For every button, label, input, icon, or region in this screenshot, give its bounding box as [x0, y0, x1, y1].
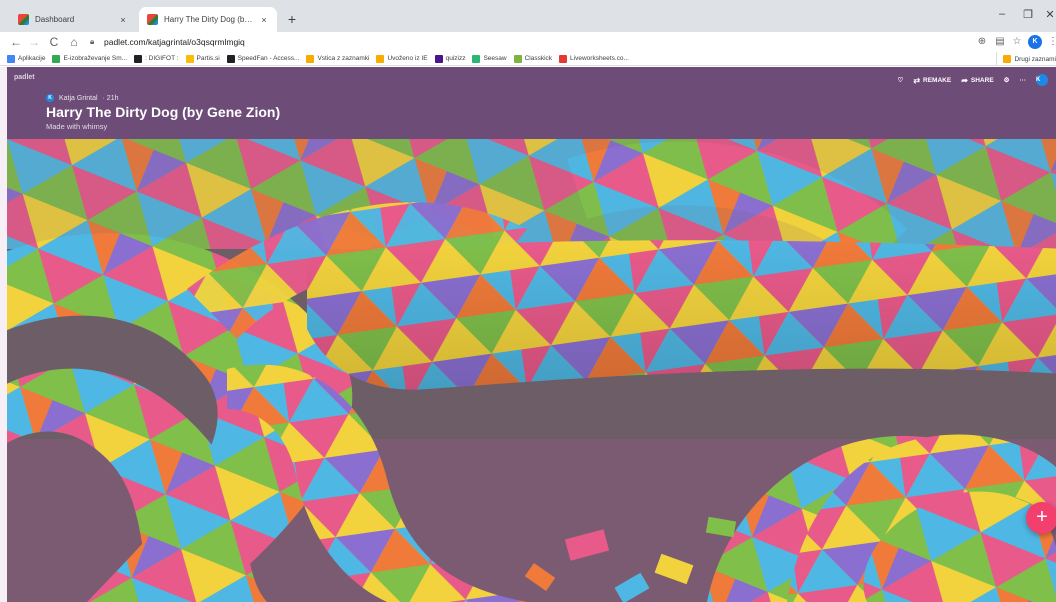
bookmark-label: Liveworksheets.co...	[570, 55, 629, 62]
bookmark-label: : DIGIFOT :	[145, 55, 179, 62]
heart-icon[interactable]: ♡	[898, 76, 904, 84]
other-bookmarks[interactable]: Drugi zaznami	[996, 52, 1056, 65]
address-bar[interactable]: 🔒︎ padlet.com/katjagrintal/o3qsqrmlmgiq	[90, 34, 950, 50]
tab-close-icon[interactable]: ×	[118, 15, 128, 25]
share-label: SHARE	[970, 76, 994, 84]
restore-button[interactable]: ❐	[1018, 8, 1038, 21]
home-button[interactable]: ⌂	[66, 34, 82, 50]
bookmark-icon	[559, 54, 568, 63]
menu-icon[interactable]: ⋮	[1046, 35, 1056, 49]
bookmark-label: Uvoženo iz IE	[387, 55, 428, 62]
tab-close-icon[interactable]: ×	[259, 15, 269, 25]
translate-icon[interactable]: ▤	[993, 35, 1007, 49]
share-icon: ➦	[961, 75, 968, 85]
header-profile-avatar[interactable]: K	[1036, 74, 1048, 86]
star-bookmark-icon[interactable]: ☆	[1010, 35, 1024, 49]
bookmarks-bar: Aplikacije E-izobraževanje Sm... : DIGIFOT…	[0, 52, 1056, 66]
bookmark-icon	[226, 54, 235, 63]
folder-icon	[376, 54, 385, 63]
page-description: Made with whimsy	[46, 122, 108, 131]
share-button[interactable]: ➦ SHARE	[961, 76, 993, 85]
bookmark-icon	[134, 54, 143, 63]
tab-title: Harry The Dirty Dog (by Gene Zi	[164, 15, 255, 24]
bookmark-item[interactable]: Partis.si	[185, 54, 220, 63]
remake-button[interactable]: ⇄ REMAKE	[913, 76, 951, 85]
more-button[interactable]: ···	[1020, 77, 1027, 84]
bookmark-item[interactable]: Classkick	[513, 54, 553, 63]
bookmark-item[interactable]: SpeedFan - Access...	[226, 54, 300, 63]
bookmark-label: Classkick	[524, 55, 553, 62]
author-avatar[interactable]: K	[46, 94, 54, 102]
bookmark-item[interactable]: Vstica z zaznamki	[306, 54, 370, 63]
header-actions: ♡ ⇄ REMAKE ➦ SHARE ⚙ ··· K	[888, 74, 1048, 86]
bookmark-item[interactable]: Uvoženo iz IE	[376, 54, 428, 63]
bookmark-label: Seesaw	[483, 55, 507, 62]
bookmark-label: E-izobraževanje Sm...	[63, 55, 128, 62]
bookmark-icon	[513, 54, 522, 63]
bookmark-icon	[185, 54, 194, 63]
bookmark-icon	[52, 54, 61, 63]
padlet-page: padlet K Katja Grintal · 21h Harry The D…	[0, 67, 1056, 602]
tab-harry-the-dirty-dog[interactable]: Harry The Dirty Dog (by Gene Zi ×	[139, 7, 277, 32]
confetti-streamers-image	[7, 139, 1056, 602]
url-text: padlet.com/katjagrintal/o3qsqrmlmgiq	[104, 37, 245, 47]
post-time: · 21h	[102, 94, 119, 102]
author-line: K Katja Grintal · 21h	[46, 94, 119, 102]
remake-icon: ⇄	[913, 75, 921, 85]
forward-button[interactable]: →	[26, 34, 42, 50]
bookmark-item[interactable]: quizizz	[434, 54, 466, 63]
bookmark-icon	[472, 54, 481, 63]
bookmark-icon	[434, 54, 443, 63]
gear-icon[interactable]: ⚙	[1004, 76, 1010, 84]
bookmark-item[interactable]: : DIGIFOT :	[134, 54, 179, 63]
bookmark-item[interactable]: E-izobraževanje Sm...	[52, 54, 128, 63]
streamer-wallpaper	[7, 139, 1056, 602]
browser-toolbar: ← → C ⌂ 🔒︎ padlet.com/katjagrintal/o3qsq…	[0, 32, 1056, 52]
zoom-icon[interactable]: ⊕	[975, 35, 989, 49]
tab-dashboard[interactable]: Dashboard ×	[10, 7, 136, 32]
back-button[interactable]: ←	[8, 34, 24, 50]
bookmark-item[interactable]: Liveworksheets.co...	[559, 54, 629, 63]
profile-avatar[interactable]: K	[1028, 35, 1042, 49]
bookmark-label: SpeedFan - Access...	[237, 55, 300, 62]
other-bookmarks-label: Drugi zaznami	[1014, 55, 1056, 63]
folder-icon	[1003, 55, 1012, 63]
new-tab-button[interactable]: +	[283, 10, 301, 28]
folder-icon	[306, 54, 315, 63]
bookmark-label: Vstica z zaznamki	[317, 55, 370, 62]
bookmark-label: Partis.si	[196, 55, 220, 62]
bookmark-item[interactable]: Aplikacije	[7, 54, 46, 63]
reload-button[interactable]: C	[46, 34, 62, 50]
tab-title: Dashboard	[35, 15, 75, 24]
padlet-header: padlet K Katja Grintal · 21h Harry The D…	[7, 67, 1056, 139]
remake-label: REMAKE	[923, 76, 952, 84]
minimize-button[interactable]: –	[992, 8, 1012, 20]
padlet-favicon-icon	[147, 14, 158, 25]
apps-grid-icon	[7, 54, 15, 63]
bookmark-label: Aplikacije	[18, 55, 46, 62]
padlet-favicon-icon	[18, 14, 29, 25]
bookmark-item[interactable]: Seesaw	[472, 54, 507, 63]
bookmark-label: quizizz	[445, 55, 466, 62]
tab-strip: Dashboard × Harry The Dirty Dog (by Gene…	[0, 0, 1056, 32]
author-name[interactable]: Katja Grintal	[59, 95, 98, 102]
close-window-button[interactable]: ✕	[1040, 8, 1056, 21]
add-post-button[interactable]: +	[1026, 502, 1056, 534]
lock-icon: 🔒︎	[90, 37, 95, 46]
padlet-logo[interactable]: padlet	[14, 74, 35, 81]
page-title: Harry The Dirty Dog (by Gene Zion)	[46, 104, 281, 120]
